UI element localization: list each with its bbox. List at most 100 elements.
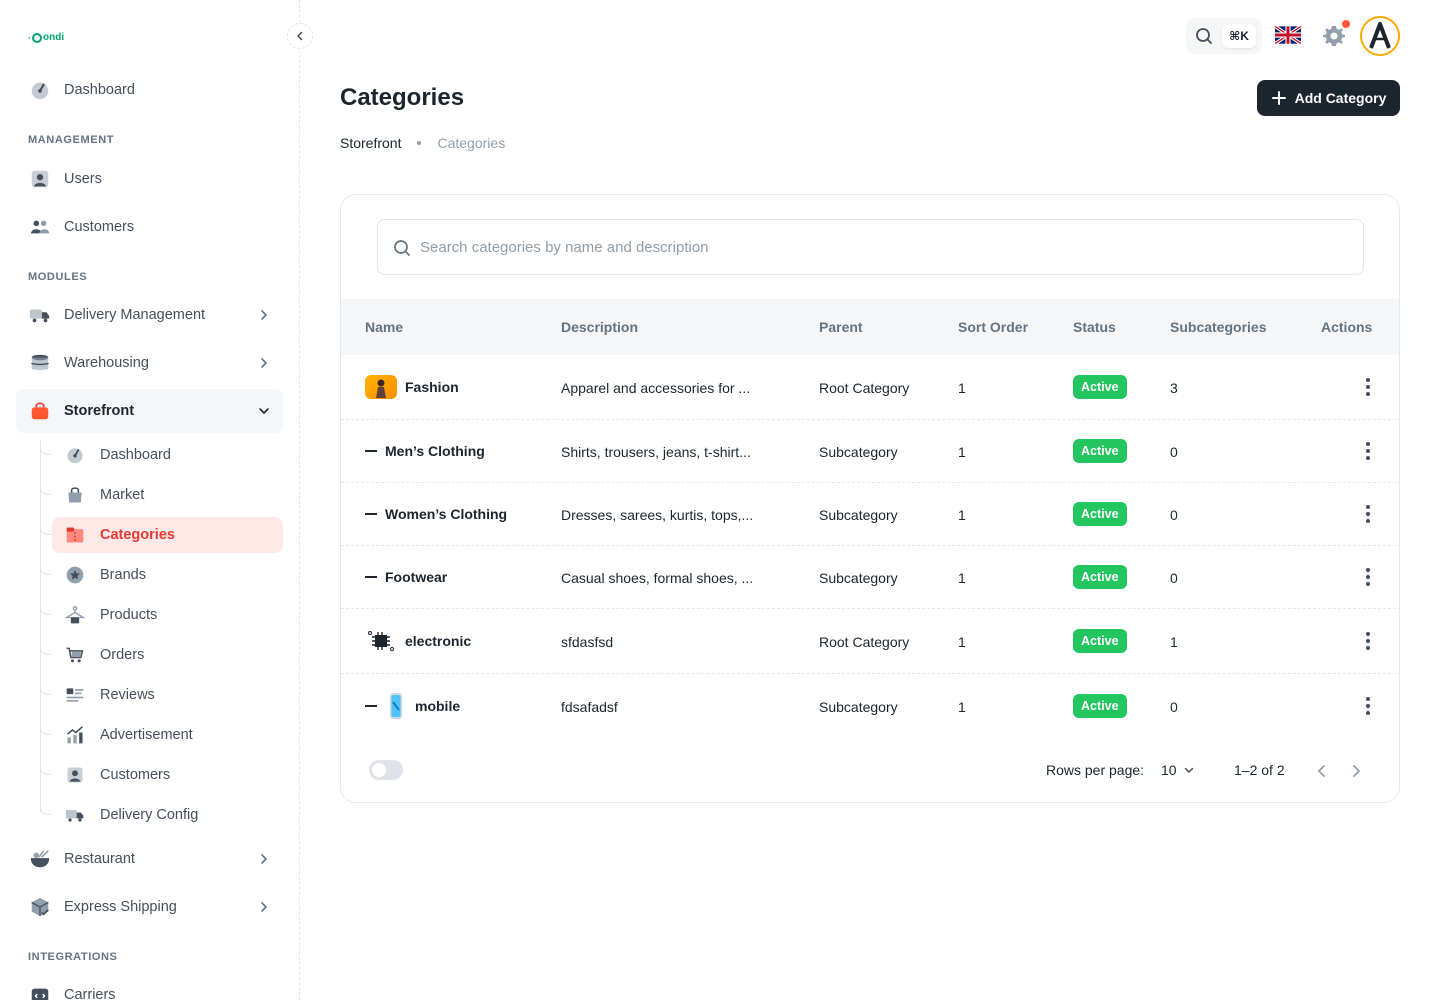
shortcut-key: ⌘K <box>1222 24 1256 48</box>
subnav-label: Delivery Config <box>100 807 199 823</box>
subnav-label: Dashboard <box>100 447 171 463</box>
sidebar-item-users[interactable]: Users <box>16 157 283 201</box>
category-description: Apparel and accessories for ... <box>561 380 751 396</box>
category-name-cell: Fashion <box>365 375 459 399</box>
category-sort-order: 1 <box>958 444 966 460</box>
section-label-management: MANAGEMENT <box>28 134 115 146</box>
sidebar-item-express-shipping[interactable]: Express Shipping <box>16 885 283 929</box>
package-icon <box>31 897 49 917</box>
status-badge: Active <box>1073 375 1127 399</box>
category-name[interactable]: mobile <box>415 698 460 714</box>
global-search-button[interactable]: ⌘K <box>1186 18 1262 54</box>
table-row[interactable]: mobile fdsafadsf Subcategory 1 Active 0 <box>341 674 1399 739</box>
subnav-item-brands[interactable]: Brands <box>52 557 283 593</box>
subnav-item-categories[interactable]: Categories <box>52 517 283 553</box>
row-actions-menu-icon[interactable] <box>1365 697 1371 715</box>
chevron-right-icon <box>261 854 268 864</box>
sidebar-item-storefront[interactable]: Storefront <box>16 389 283 433</box>
star-badge-icon <box>66 566 84 584</box>
status-badge: Active <box>1073 439 1127 463</box>
status-badge: Active <box>1073 629 1127 653</box>
category-name[interactable]: Men’s Clothing <box>385 443 485 459</box>
chevron-right-icon <box>261 310 268 320</box>
table-row[interactable]: Fashion Apparel and accessories for ... … <box>341 355 1399 420</box>
subnav-item-customers[interactable]: Customers <box>52 757 283 793</box>
row-actions-menu-icon[interactable] <box>1365 505 1371 523</box>
row-actions-menu-icon[interactable] <box>1365 568 1371 586</box>
column-header-parent[interactable]: Parent <box>819 319 863 335</box>
category-search-field[interactable] <box>377 219 1364 275</box>
subnav-item-delivery-config[interactable]: Delivery Config <box>52 797 283 833</box>
subnav-branch <box>40 725 52 735</box>
hanger-icon <box>64 606 86 624</box>
column-header-status[interactable]: Status <box>1073 319 1116 335</box>
subnav-item-market[interactable]: Market <box>52 477 283 513</box>
rows-per-page-select[interactable]: 10 <box>1161 762 1195 778</box>
notification-dot <box>1342 20 1350 28</box>
sidebar-item-label: Warehousing <box>64 355 149 371</box>
row-actions-menu-icon[interactable] <box>1365 632 1371 650</box>
category-name[interactable]: Fashion <box>405 379 459 395</box>
add-category-button[interactable]: Add Category <box>1257 80 1400 116</box>
category-thumbnail-mobile <box>385 692 407 720</box>
chevron-down-icon <box>259 408 269 415</box>
column-header-name[interactable]: Name <box>365 319 403 335</box>
subnav-item-dashboard[interactable]: Dashboard <box>52 437 283 473</box>
language-flag-uk-icon[interactable] <box>1275 24 1301 46</box>
chevron-down-icon <box>1184 767 1193 774</box>
table-row[interactable]: Women’s Clothing Dresses, sarees, kurtis… <box>341 483 1399 546</box>
category-search-input[interactable] <box>420 220 1320 274</box>
category-name[interactable]: Women’s Clothing <box>385 506 507 522</box>
subnav-label: Advertisement <box>100 727 193 743</box>
category-name[interactable]: electronic <box>405 633 471 649</box>
row-actions-menu-icon[interactable] <box>1365 378 1371 396</box>
collapse-sidebar-button[interactable] <box>287 23 313 49</box>
sidebar-item-label: Restaurant <box>64 851 135 867</box>
app-logo[interactable]: · ondi <box>28 32 64 43</box>
category-sort-order: 1 <box>958 634 966 650</box>
subnav-branch <box>40 605 52 615</box>
rows-per-page-label: Rows per page: <box>1046 762 1145 778</box>
subnav-label: Customers <box>100 767 171 783</box>
category-name[interactable]: Footwear <box>385 569 447 585</box>
category-description: Casual shoes, formal shoes, ... <box>561 570 754 586</box>
status-badge: Active <box>1073 694 1127 718</box>
category-parent: Subcategory <box>819 444 898 460</box>
column-header-sort-order[interactable]: Sort Order <box>958 319 1028 335</box>
subnav-item-advertisement[interactable]: Advertisement <box>52 717 283 753</box>
category-parent: Root Category <box>819 380 910 396</box>
breadcrumb-separator <box>417 141 422 145</box>
sidebar-item-label: Dashboard <box>64 82 135 98</box>
subnav-item-reviews[interactable]: Reviews <box>52 677 283 713</box>
sidebar-item-restaurant[interactable]: Restaurant <box>16 837 283 881</box>
breadcrumb-link-storefront[interactable]: Storefront <box>340 135 401 151</box>
category-thumbnail-electronic <box>365 627 397 655</box>
subnav-label: Reviews <box>100 687 155 703</box>
sidebar-item-warehousing[interactable]: Warehousing <box>16 341 283 385</box>
carriers-icon <box>31 988 49 1000</box>
sidebar-item-customers[interactable]: Customers <box>16 205 283 249</box>
breadcrumb-current: Categories <box>437 135 506 151</box>
table-row[interactable]: electronic sfdasfsd Root Category 1 Acti… <box>341 609 1399 674</box>
row-actions-menu-icon[interactable] <box>1365 442 1371 460</box>
next-page-button[interactable] <box>1345 760 1367 782</box>
sidebar-item-carriers[interactable]: Carriers <box>16 973 283 1000</box>
settings-gear-icon[interactable] <box>1322 24 1346 48</box>
sidebar-item-delivery-management[interactable]: Delivery Management <box>16 293 283 337</box>
previous-page-button[interactable] <box>1311 760 1333 782</box>
sidebar-item-dashboard[interactable]: Dashboard <box>16 68 283 112</box>
dense-toggle-switch[interactable] <box>369 760 403 780</box>
column-header-subcategories[interactable]: Subcategories <box>1170 319 1266 335</box>
warehouse-icon <box>31 354 49 370</box>
user-avatar[interactable] <box>1360 16 1400 56</box>
column-header-description[interactable]: Description <box>561 319 638 335</box>
subnav-branch <box>40 645 52 655</box>
table-row[interactable]: Footwear Casual shoes, formal shoes, ...… <box>341 546 1399 609</box>
status-badge: Active <box>1073 502 1127 526</box>
table-row[interactable]: Men’s Clothing Shirts, trousers, jeans, … <box>341 420 1399 483</box>
category-subcategory-count: 1 <box>1170 634 1178 650</box>
subnav-item-orders[interactable]: Orders <box>52 637 283 673</box>
sidebar-item-label: Users <box>64 171 102 187</box>
category-subcategory-count: 3 <box>1170 380 1178 396</box>
subnav-item-products[interactable]: Products <box>52 597 283 633</box>
